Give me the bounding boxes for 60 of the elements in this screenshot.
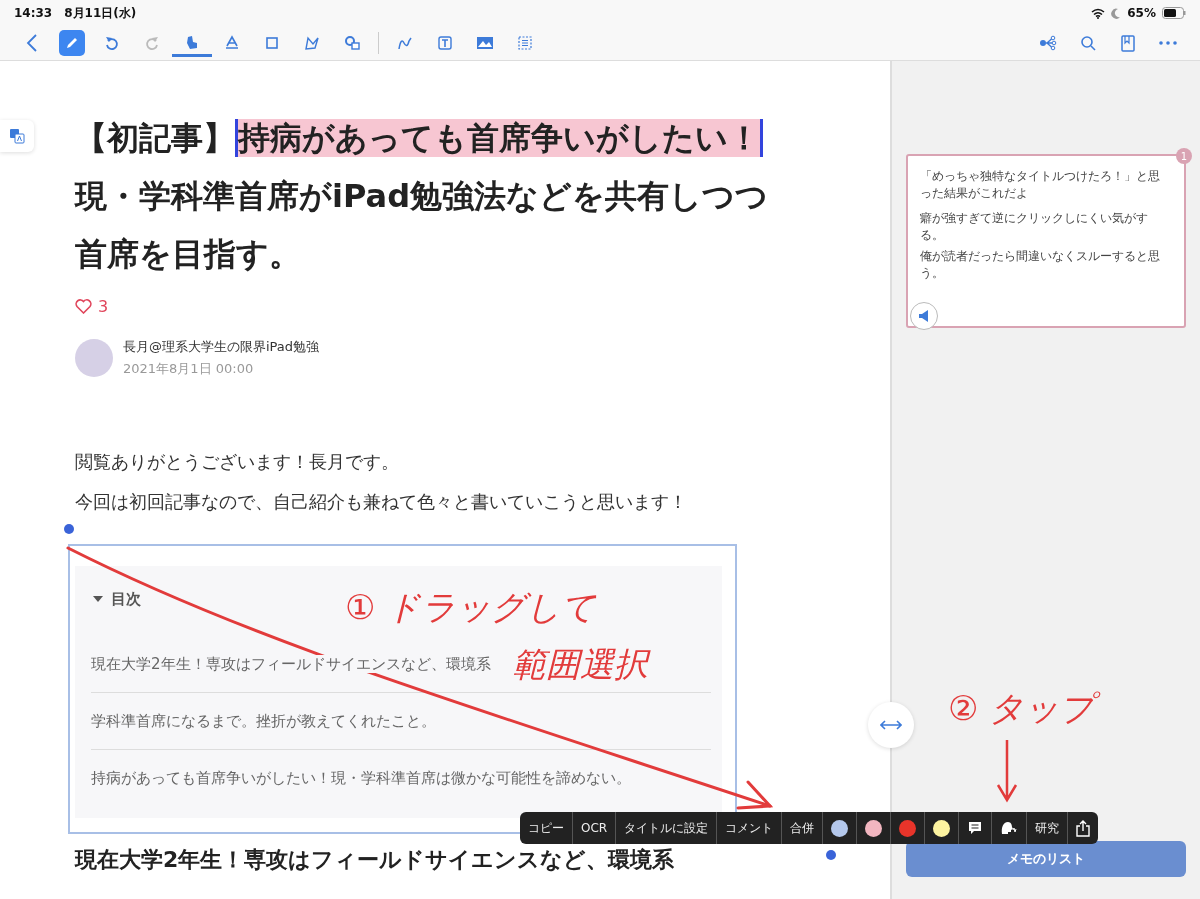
double-arrow-icon (880, 720, 902, 730)
down-arrow-drawing (996, 738, 1018, 803)
more-icon (1159, 41, 1177, 45)
text-box-icon (437, 35, 453, 51)
handwritten-note: ① ドラッグして (345, 586, 598, 629)
back-chevron-icon (26, 34, 38, 52)
wifi-icon (1091, 7, 1106, 19)
squiggle-icon (397, 35, 413, 51)
section-heading: 現在大学2年生！専攻はフィールドサイエンスなど、環境系 (75, 846, 676, 874)
publish-date: 2021年8月1日 00:00 (123, 360, 255, 378)
menu-action[interactable]: コピー (520, 812, 573, 844)
clock-time: 14:33 (14, 6, 53, 20)
status-date: 8月11日(水) (64, 4, 137, 22)
pencil-icon (64, 35, 80, 51)
speaking-head-icon (1000, 820, 1019, 836)
memo-text: 「めっちゃ独特なタイトルつけたろ！」と思った結果がこれだよ (920, 168, 1161, 202)
author-name: 長月@理系大学生の限界iPad勉強 (123, 338, 320, 356)
body-paragraph: 今回は初回記事なので、自己紹介も兼ねて色々と書いていこうと思います！ (75, 490, 688, 514)
pane-resize-button[interactable] (868, 702, 914, 748)
memo-text: 俺が読者だったら間違いなくスルーすると思う。 (920, 248, 1161, 282)
gear-icon (344, 35, 360, 51)
translate-button[interactable] (0, 120, 34, 152)
image-icon (476, 36, 494, 50)
memo-text: 癖が強すぎて逆にクリックしにくい気がする。 (920, 210, 1149, 244)
pen-button[interactable] (59, 30, 85, 56)
redo-icon (144, 35, 160, 51)
speaker-button[interactable] (910, 302, 938, 330)
battery-icon (1162, 7, 1186, 19)
selection-handle[interactable] (826, 850, 836, 860)
article-title: 【初記事】持病があっても首席争いがしたい！ 現・学科準首席がiPad勉強法などを共有しつつ首席を目指す。 (75, 118, 770, 275)
handwritten-note: 範囲選択 (512, 642, 656, 687)
moon-icon (1111, 7, 1122, 19)
rectangle-icon (264, 35, 280, 51)
menu-action[interactable]: タイトルに設定 (616, 812, 718, 844)
search-icon (1080, 35, 1096, 51)
toc-title: 目次 (111, 590, 141, 609)
battery-level: 65% (1127, 6, 1156, 20)
undo-icon (104, 35, 120, 51)
speaker-icon (918, 309, 930, 323)
memo-number-badge: 1 (1176, 148, 1192, 164)
like-count: 3 (98, 297, 109, 316)
menu-action[interactable]: コメント (717, 812, 783, 844)
collapse-triangle-icon[interactable] (93, 596, 103, 603)
menu-action[interactable]: 研究 (1027, 812, 1069, 844)
lasso-icon (304, 35, 320, 51)
comment-icon (967, 820, 984, 836)
toc-link[interactable]: 現在大学2年生！専攻はフィールドサイエンスなど、環境系 (91, 655, 491, 673)
heart-icon[interactable] (75, 299, 92, 314)
menu-action[interactable]: 合併 (782, 812, 824, 844)
body-paragraph: 閲覧ありがとうございます！長月です。 (75, 450, 400, 474)
translate-icon (9, 128, 25, 144)
text-underline-icon (224, 35, 240, 51)
mind-map-icon (1039, 35, 1057, 51)
share-icon (1076, 819, 1091, 837)
handwritten-note: ② タップ (948, 686, 1103, 731)
selection-handle[interactable] (64, 524, 74, 534)
menu-action[interactable]: OCR (573, 812, 617, 844)
bookmark-book-icon (1121, 34, 1135, 52)
dashed-list-icon (517, 35, 533, 51)
avatar (75, 339, 113, 377)
